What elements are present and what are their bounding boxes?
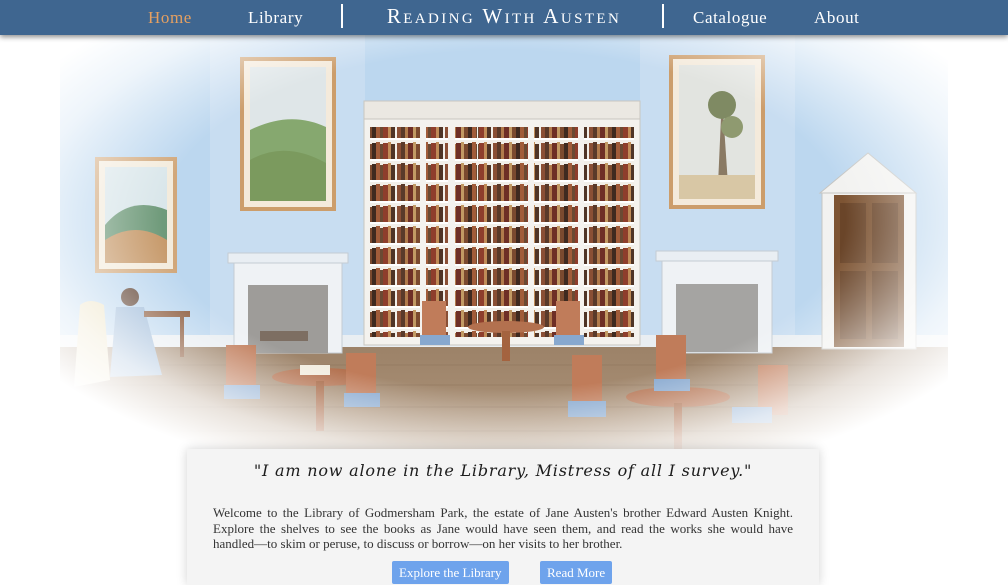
explore-library-button[interactable]: Explore the Library [392,561,509,584]
hero-illustration [60,35,948,475]
welcome-text: Welcome to the Library of Godmersham Par… [213,505,793,551]
top-nav: Home Library Reading With Austen Catalog… [0,0,1008,35]
nav-library-link[interactable]: Library [248,8,303,28]
nav-home-link[interactable]: Home [148,8,192,28]
austen-quote: "I am now alone in the Library, Mistress… [253,461,753,480]
nav-about-link[interactable]: About [814,8,860,28]
nav-catalogue-link[interactable]: Catalogue [693,8,767,28]
nav-divider-right [662,4,664,28]
nav-divider-left [341,4,343,28]
library-room-illustration [60,35,948,475]
welcome-card: "I am now alone in the Library, Mistress… [187,449,819,585]
read-more-button[interactable]: Read More [540,561,613,584]
